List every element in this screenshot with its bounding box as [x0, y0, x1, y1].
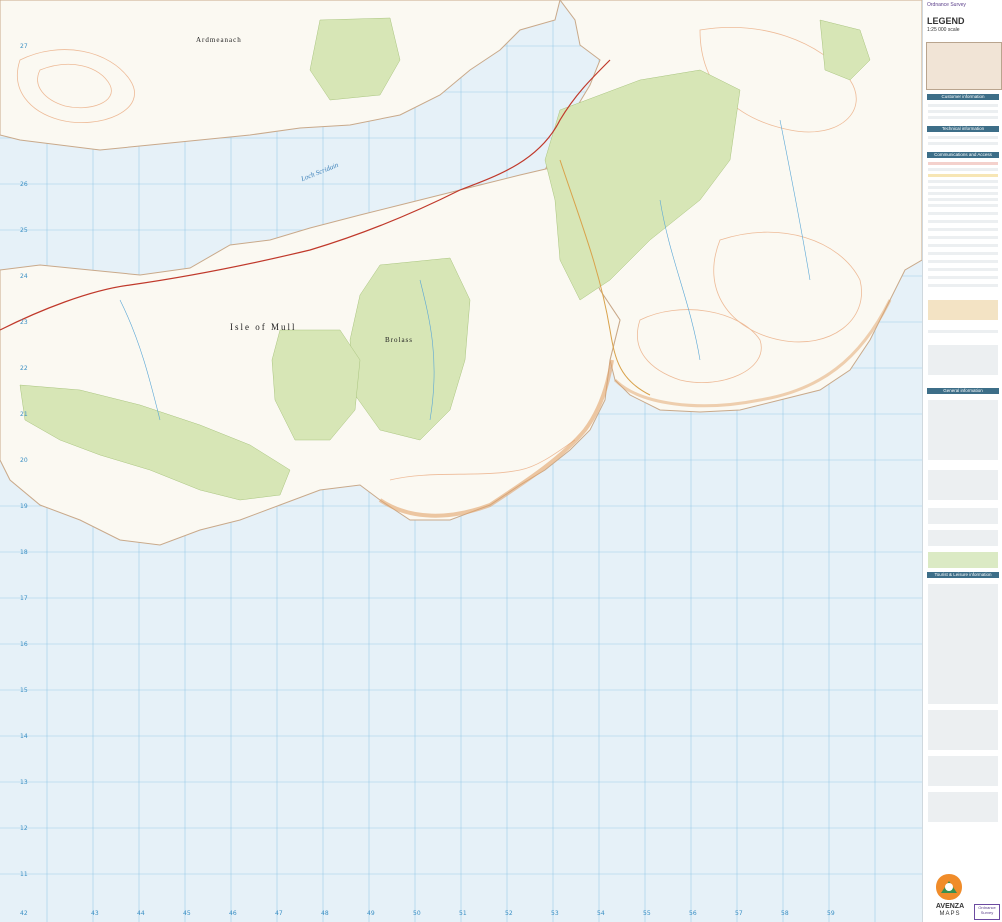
grid-label-side: 11	[20, 871, 28, 878]
section-customer-info: Customer information	[927, 94, 999, 100]
grid-label-side: 23	[20, 319, 28, 326]
grid-label-side: 12	[20, 825, 28, 832]
grid-label-bottom: 45	[183, 910, 191, 917]
grid-label-side: 17	[20, 595, 28, 602]
grid-label-bottom: 44	[137, 910, 145, 917]
grid-label-side: 15	[20, 687, 28, 694]
os-brand: Ordnance Survey	[927, 2, 966, 8]
grid-label-bottom: 53	[551, 910, 559, 917]
legend-title: LEGEND	[927, 16, 965, 26]
grid-label-bottom: 49	[367, 910, 375, 917]
grid-label-side: 18	[20, 549, 28, 556]
land-ardmeanach	[0, 0, 561, 151]
place-brolass: Brolass	[385, 336, 413, 344]
section-tourist-leisure: Tourist & Leisure information	[927, 572, 999, 578]
grid-label-bottom: 58	[781, 910, 789, 917]
grid-label-bottom: 56	[689, 910, 697, 917]
grid-label-bottom: 42	[20, 910, 28, 917]
grid-label-side: 24	[20, 273, 28, 280]
grid-label-side: 25	[20, 227, 28, 234]
grid-label-bottom: 51	[459, 910, 467, 917]
legend-panel: Ordnance Survey LEGEND 1:25 000 scale Cu…	[922, 0, 1002, 922]
os-badge: Ordnance Survey	[974, 904, 1000, 920]
legend-inset-map	[926, 42, 1002, 90]
avenza-name: AVENZA	[935, 903, 965, 910]
grid-label-bottom: 48	[321, 910, 329, 917]
grid-label-side: 19	[20, 503, 28, 510]
avenza-logo-icon	[936, 874, 962, 900]
grid-label-bottom: 55	[643, 910, 651, 917]
place-ardmeanach: Ardmeanach	[196, 36, 242, 44]
grid-label-side: 13	[20, 779, 28, 786]
grid-label-side: 14	[20, 733, 28, 740]
section-communications: Communications and Access	[927, 152, 999, 158]
legend-scale: 1:25 000 scale	[927, 27, 960, 33]
place-isle-of-mull: Isle of Mull	[230, 322, 297, 332]
grid-label-bottom: 54	[597, 910, 605, 917]
grid-label-bottom: 52	[505, 910, 513, 917]
grid-label-bottom: 59	[827, 910, 835, 917]
grid-label-side: 16	[20, 641, 28, 648]
grid-label-bottom: 57	[735, 910, 743, 917]
section-general-info: General information	[927, 388, 999, 394]
map-graphics	[0, 0, 922, 922]
grid-label-bottom: 47	[275, 910, 283, 917]
grid-label-side: 26	[20, 181, 28, 188]
avenza-sub: MAPS	[939, 911, 961, 917]
grid-label-side: 21	[20, 411, 28, 418]
section-technical-info: Technical information	[927, 126, 999, 132]
grid-label-side: 22	[20, 365, 28, 372]
map-canvas[interactable]: Ardmeanach Isle of Mull Brolass Loch Scr…	[0, 0, 922, 922]
grid-label-bottom: 43	[91, 910, 99, 917]
grid-label-side: 27	[20, 43, 28, 50]
grid-label-bottom: 46	[229, 910, 237, 917]
grid-label-bottom: 50	[413, 910, 421, 917]
grid-label-side: 20	[20, 457, 28, 464]
